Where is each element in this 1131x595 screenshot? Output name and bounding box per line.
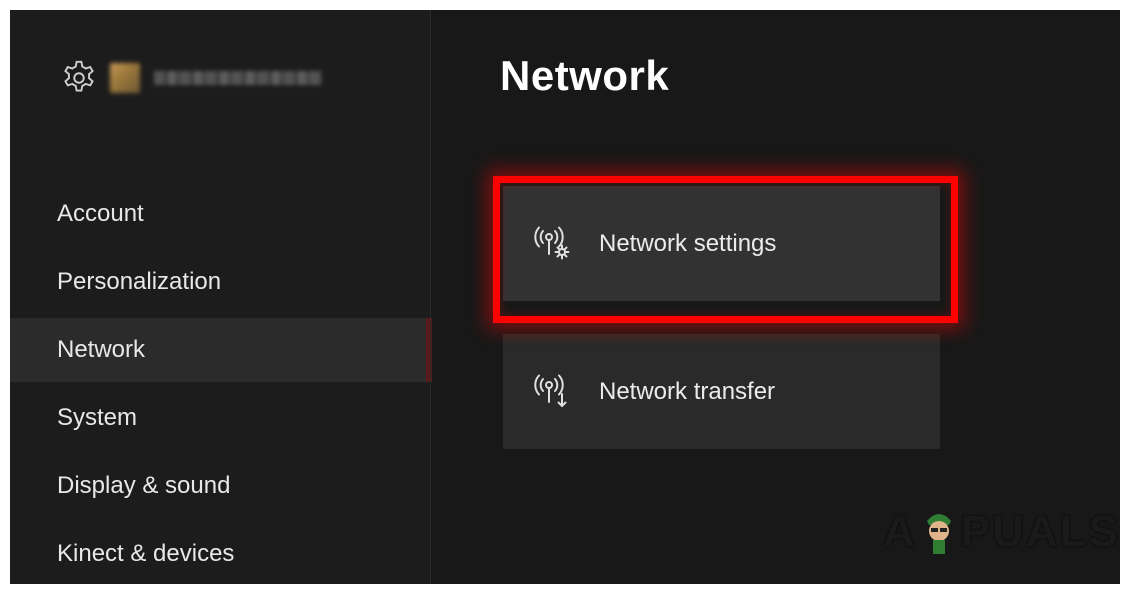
- sidebar-item-label: Personalization: [57, 268, 222, 295]
- sidebar-item-label: Kinect & devices: [57, 540, 235, 567]
- sidebar-item-label: Display & sound: [57, 472, 231, 499]
- sidebar-item-label: Account: [57, 200, 144, 227]
- network-transfer-label: Network transfer: [599, 377, 776, 405]
- watermark-logo: A PUALS: [883, 502, 1120, 562]
- sidebar-item-label: System: [57, 404, 138, 431]
- settings-nav: Account Personalization Network System D…: [10, 182, 432, 584]
- sidebar-item-display-sound[interactable]: Display & sound: [10, 454, 430, 518]
- sidebar-item-label: Network: [57, 336, 146, 363]
- profile[interactable]: Alexandr Ioan: [60, 58, 322, 98]
- sidebar-item-personalization[interactable]: Personalization: [10, 250, 430, 314]
- app-window: Alexandr Ioan Account Personalization Ne…: [10, 10, 1120, 584]
- sidebar: Alexandr Ioan Account Personalization Ne…: [10, 10, 432, 584]
- watermark-text-right: PUALS: [960, 507, 1120, 556]
- page-title: Network: [500, 52, 670, 99]
- network-transfer-icon: [534, 374, 567, 407]
- gear-icon[interactable]: [60, 59, 98, 97]
- network-settings-icon: [534, 226, 570, 259]
- watermark-text-left: A: [883, 507, 917, 556]
- mascot-icon: [926, 514, 951, 554]
- sidebar-item-account[interactable]: Account: [10, 182, 430, 246]
- sidebar-item-system[interactable]: System: [10, 386, 430, 450]
- sidebar-item-kinect-devices[interactable]: Kinect & devices: [10, 522, 430, 584]
- panel-divider: [430, 10, 431, 584]
- network-transfer-tile[interactable]: Network transfer: [503, 334, 940, 449]
- network-settings-tile[interactable]: Network settings: [503, 186, 940, 301]
- network-settings-label: Network settings: [599, 229, 777, 257]
- avatar: [110, 63, 140, 93]
- gamertag-blurred: [154, 71, 322, 85]
- sidebar-item-network[interactable]: Network: [10, 318, 432, 382]
